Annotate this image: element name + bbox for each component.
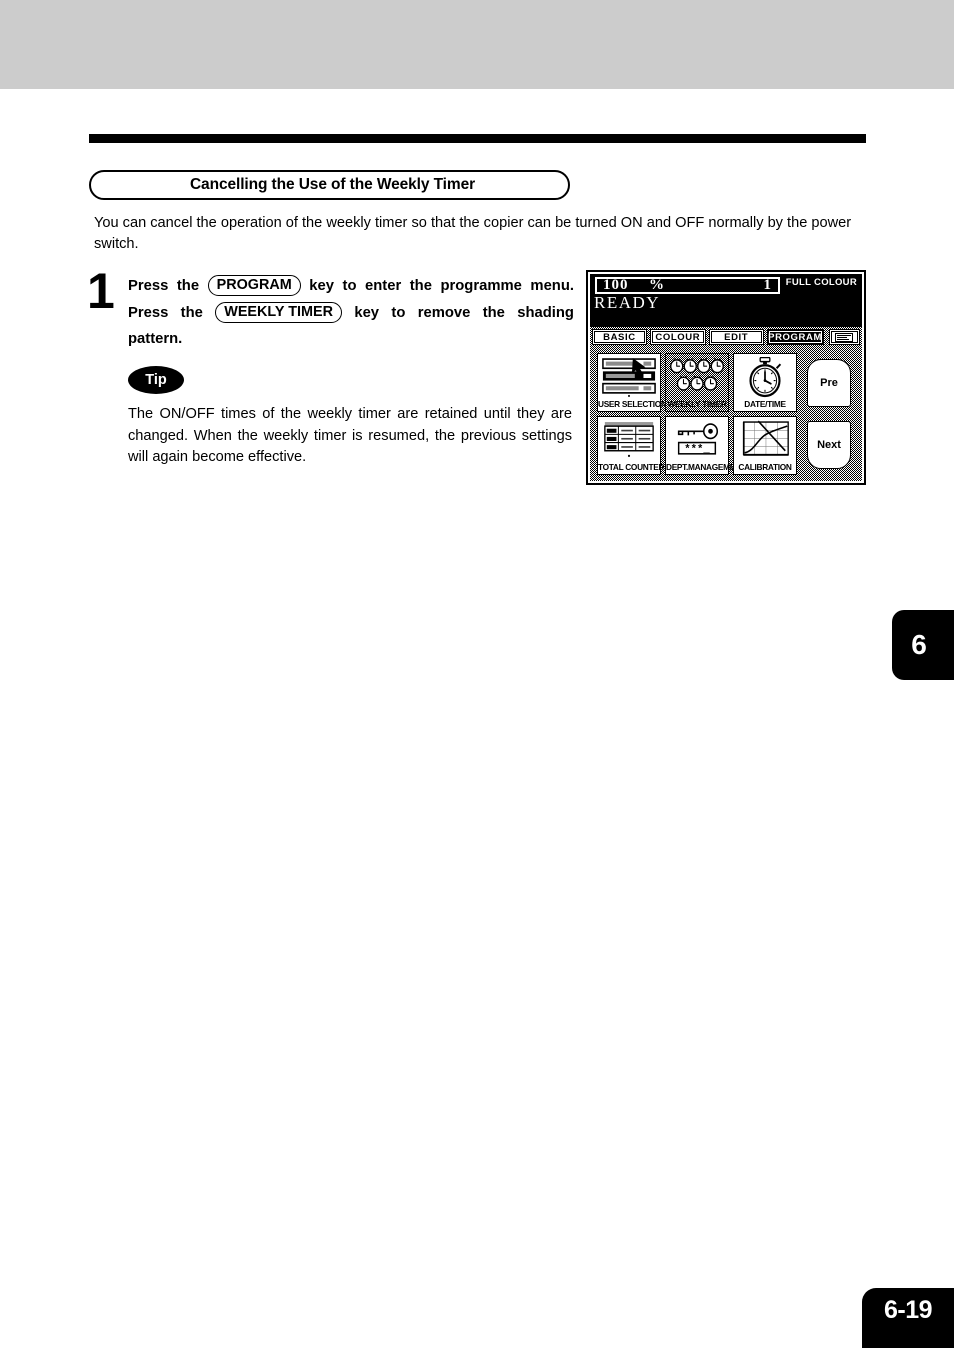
list-view-glyph [835, 332, 854, 342]
keycap-weekly-timer: WEEKLY TIMER [215, 301, 342, 323]
calibration-graph-icon [737, 420, 793, 461]
button-weekly-timer[interactable]: WEEKLY TIMER [665, 353, 729, 412]
section-title-pill: Cancelling the Use of the Weekly Timer [89, 170, 570, 200]
colour-mode-label: FULL COLOUR [785, 277, 857, 288]
step-number: 1 [87, 263, 115, 319]
button-weekly-timer-label: WEEKLY TIMER [667, 399, 727, 409]
tab-edit[interactable]: EDIT [708, 329, 764, 345]
tab-program[interactable]: PROGRAM [766, 329, 824, 345]
keycap-program: PROGRAM [207, 275, 301, 296]
zoom-ratio-value: 100 [603, 277, 629, 293]
lcd-status-bar: 100 % 1 FULL COLOUR READY [590, 274, 862, 327]
zoom-ratio-box: 100 % 1 [595, 277, 780, 294]
counter-table-icon [601, 420, 657, 461]
tip-paragraph: The ON/OFF times of the weekly timer are… [128, 406, 572, 465]
ready-status-text: READY [594, 293, 661, 312]
stopwatch-icon [737, 357, 793, 398]
button-total-counter[interactable]: TOTAL COUNTER [597, 416, 665, 475]
page-number-badge: 6-19 [862, 1288, 954, 1348]
step-text-part1: Press the [128, 278, 200, 294]
next-page-button[interactable]: Next [807, 421, 851, 469]
section-rule [89, 134, 866, 143]
button-user-selection[interactable]: USER SELECTION [597, 353, 667, 412]
lcd-screen: 100 % 1 FULL COLOUR READY BASIC COLOUR E… [590, 274, 862, 481]
next-page-label: Next [817, 439, 841, 451]
button-user-selection-label: USER SELECTION [598, 399, 667, 409]
step-instruction: Press the PROGRAM key to enter the progr… [128, 273, 574, 353]
tab-basic-label: BASIC [603, 331, 636, 343]
user-selection-icon [601, 357, 657, 398]
tab-basic[interactable]: BASIC [592, 329, 647, 345]
lcd-panel-illustration: 100 % 1 FULL COLOUR READY BASIC COLOUR E… [586, 270, 866, 485]
page-title: Cancelling the Use of the Weekly Timer [189, 176, 476, 193]
header-grey-band [0, 0, 954, 89]
copy-count-value: 1 [763, 277, 772, 293]
button-date-time-label: DATE/TIME [744, 399, 786, 409]
tip-badge-label: Tip [145, 372, 167, 388]
button-dept-management[interactable]: ***_ DEPT.MANAGEMENT [665, 416, 746, 475]
weekly-timer-clocks-icon [669, 357, 725, 398]
prev-page-label: Pre [820, 377, 838, 389]
tab-colour[interactable]: COLOUR [649, 329, 706, 345]
manual-page: Cancelling the Use of the Weekly Timer Y… [0, 0, 954, 1348]
intro-paragraph: You can cancel the operation of the week… [94, 215, 852, 252]
zoom-percent-symbol: % [649, 277, 664, 293]
lcd-tab-row: BASIC COLOUR EDIT PROGRAM [590, 327, 862, 347]
prev-page-button[interactable]: Pre [807, 359, 851, 407]
button-calibration[interactable]: CALIBRATION [733, 416, 797, 475]
tab-colour-label: COLOUR [655, 331, 701, 343]
button-dept-management-label: DEPT.MANAGEMENT [666, 462, 746, 472]
list-view-icon[interactable] [828, 329, 860, 345]
svg-text:***_: ***_ [684, 444, 710, 456]
tab-edit-label: EDIT [724, 331, 749, 343]
tip-badge: Tip [128, 366, 184, 394]
page-number-text: 6-19 [883, 1296, 933, 1324]
chapter-thumb-tab: 6 [892, 610, 954, 680]
button-total-counter-label: TOTAL COUNTER [598, 462, 665, 472]
lcd-menu-grid: USER SELECTION WEEKLY TIMER DATE/TIME TO… [590, 347, 862, 481]
chapter-number: 6 [911, 629, 927, 660]
button-date-time[interactable]: DATE/TIME [733, 353, 797, 412]
tab-program-label: PROGRAM [768, 331, 822, 343]
key-password-icon: ***_ [669, 420, 725, 461]
button-calibration-label: CALIBRATION [738, 462, 792, 472]
